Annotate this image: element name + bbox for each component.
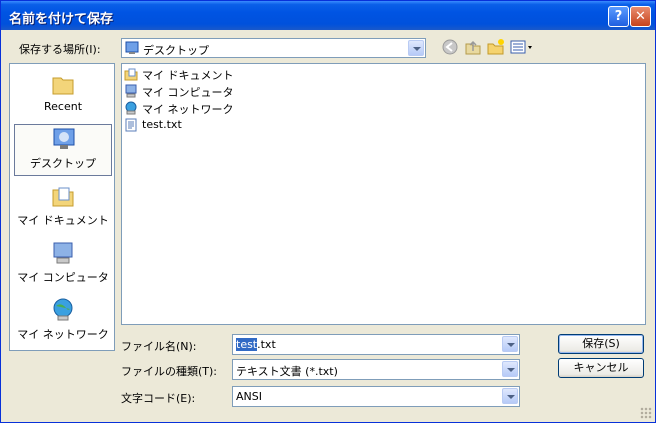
filename-value: test.txt xyxy=(236,338,276,351)
save-in-dropdown-button[interactable] xyxy=(408,40,424,56)
file-name: マイ ネットワーク xyxy=(142,103,234,116)
text-file-icon xyxy=(125,118,137,132)
encoding-label: 文字コード(E): xyxy=(121,392,196,405)
filetype-dropdown-button[interactable] xyxy=(502,361,518,377)
up-folder-icon[interactable] xyxy=(464,38,482,56)
places-bar: Recent デスクトップ マイ ドキュメント マイ コンピュータ マイ ネット… xyxy=(9,63,115,351)
save-in-value: デスクトップ xyxy=(143,44,209,57)
desktop-icon xyxy=(125,41,139,54)
place-label: Recent xyxy=(43,100,83,113)
save-in-label: 保存する場所(I): xyxy=(19,43,101,56)
help-button[interactable]: ? xyxy=(608,6,629,27)
filename-input[interactable]: test.txt xyxy=(232,334,520,355)
filename-label: ファイル名(N): xyxy=(121,340,197,353)
filetype-label: ファイルの種類(T): xyxy=(121,365,218,378)
title-bar: 名前を付けて保存 ? ✕ xyxy=(1,1,655,30)
filetype-value: テキスト文書 (*.txt) xyxy=(236,365,338,378)
my-computer-icon xyxy=(53,242,73,264)
back-icon[interactable] xyxy=(441,38,459,56)
encoding-select[interactable]: ANSI xyxy=(232,386,520,407)
view-menu-icon[interactable] xyxy=(510,38,534,56)
resize-grip[interactable] xyxy=(640,407,652,419)
encoding-dropdown-button[interactable] xyxy=(502,388,518,404)
close-button[interactable]: ✕ xyxy=(630,6,651,27)
my-computer-icon xyxy=(125,84,137,98)
place-label: デスクトップ xyxy=(30,157,96,170)
encoding-value: ANSI xyxy=(236,390,262,403)
my-network-icon xyxy=(53,298,73,321)
window-title: 名前を付けて保存 xyxy=(9,12,114,27)
file-name: マイ ドキュメント xyxy=(142,69,234,82)
save-button[interactable]: 保存(S) xyxy=(558,334,644,354)
filename-rest-text: .txt xyxy=(257,338,276,351)
place-label: マイ ドキュメント xyxy=(17,214,109,227)
place-my-network[interactable]: マイ ネットワーク xyxy=(14,296,112,348)
file-name: マイ コンピュータ xyxy=(142,86,234,99)
my-documents-icon xyxy=(52,187,74,207)
recent-folder-icon xyxy=(52,77,74,95)
place-label: マイ コンピュータ xyxy=(17,271,109,284)
desktop-icon xyxy=(53,128,75,149)
save-as-dialog: 名前を付けて保存 ? ✕ 保存する場所(I): デスクトップ Recent デス… xyxy=(0,0,656,423)
filename-selected-text: test xyxy=(236,338,258,351)
place-label: マイ ネットワーク xyxy=(17,328,109,341)
filetype-select[interactable]: テキスト文書 (*.txt) xyxy=(232,359,520,380)
place-my-documents[interactable]: マイ ドキュメント xyxy=(14,182,112,234)
save-in-combo[interactable]: デスクトップ xyxy=(121,38,426,58)
place-my-computer[interactable]: マイ コンピュータ xyxy=(14,239,112,291)
place-recent[interactable]: Recent xyxy=(14,70,112,122)
new-folder-icon[interactable] xyxy=(487,38,505,56)
my-network-icon xyxy=(125,101,137,115)
file-name: test.txt xyxy=(142,118,182,131)
my-documents-icon xyxy=(124,68,138,81)
place-desktop[interactable]: デスクトップ xyxy=(14,124,112,176)
cancel-button[interactable]: キャンセル xyxy=(558,358,644,378)
file-list[interactable]: マイ ドキュメント マイ コンピュータ マイ ネットワーク test.txt xyxy=(121,63,646,325)
filename-dropdown-button[interactable] xyxy=(502,336,518,352)
